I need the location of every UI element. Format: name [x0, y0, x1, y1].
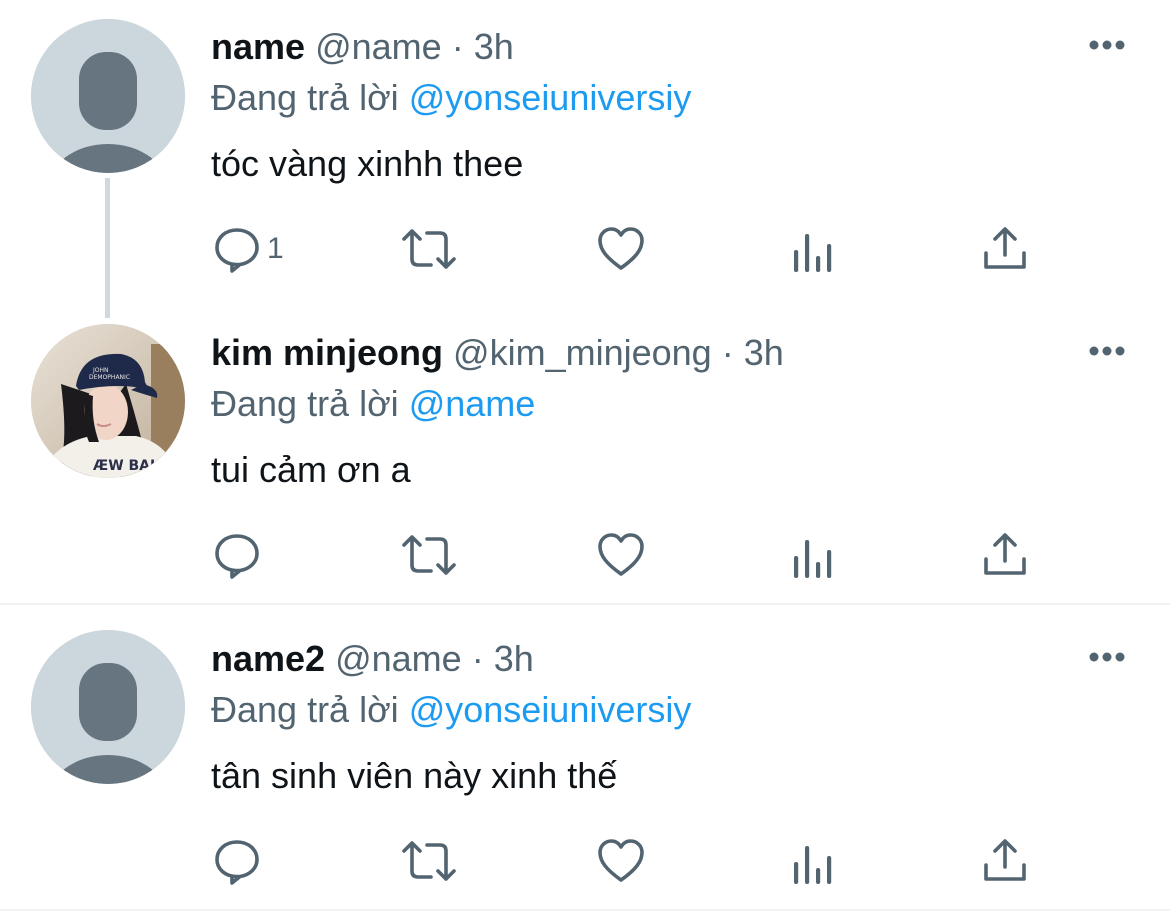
more-icon — [1089, 346, 1125, 356]
tweet-text: tân sinh viên này xinh thế — [211, 755, 618, 796]
analytics-button[interactable] — [793, 534, 833, 582]
retweet-icon — [402, 535, 456, 575]
tweet-header: name @name · 3h — [211, 25, 514, 69]
thread-line — [105, 178, 110, 318]
heart-icon — [598, 839, 644, 882]
reply-icon — [215, 840, 259, 885]
replying-to-label: Đang trả lời — [211, 689, 399, 730]
like-button[interactable] — [597, 225, 645, 273]
user-handle[interactable]: @name — [335, 638, 462, 679]
svg-text:DEMOPHANIC: DEMOPHANIC — [89, 374, 130, 381]
tweet[interactable]: name2 @name · 3h Đang trả lời @yonseiuni… — [0, 605, 1170, 910]
analytics-icon — [794, 846, 832, 884]
reply-icon — [215, 534, 259, 579]
reply-icon — [215, 228, 259, 273]
separator-dot: · — [471, 638, 484, 679]
analytics-button[interactable] — [793, 840, 833, 888]
replying-to: Đang trả lời @yonseiuniversiy — [211, 76, 691, 120]
display-name[interactable]: kim minjeong — [211, 332, 443, 373]
tweet-header: name2 @name · 3h — [211, 637, 534, 681]
share-button[interactable] — [983, 225, 1027, 273]
svg-text:JOHN: JOHN — [92, 367, 109, 374]
more-icon — [1089, 652, 1125, 662]
reply-count: 1 — [267, 232, 284, 265]
avatar[interactable] — [31, 630, 185, 784]
photo-avatar-icon: ÆW BALA JOHN DEMOPHANIC — [31, 324, 185, 478]
analytics-button[interactable] — [793, 228, 833, 276]
more-options-button[interactable] — [1088, 650, 1128, 664]
avatar[interactable]: ÆW BALA JOHN DEMOPHANIC — [31, 324, 185, 478]
mention-link[interactable]: @yonseiuniversiy — [409, 77, 692, 118]
default-avatar-icon — [31, 630, 185, 784]
more-options-button[interactable] — [1088, 344, 1128, 358]
retweet-button[interactable] — [401, 531, 457, 579]
user-handle[interactable]: @kim_minjeong — [453, 332, 712, 373]
tweet[interactable]: ÆW BALA JOHN DEMOPHANIC kim minjeong @ki… — [0, 300, 1170, 603]
timestamp[interactable]: 3h — [494, 638, 534, 679]
avatar[interactable] — [31, 19, 185, 173]
heart-icon — [598, 227, 644, 270]
retweet-icon — [402, 841, 456, 881]
like-button[interactable] — [597, 531, 645, 579]
share-button[interactable] — [983, 531, 1027, 579]
display-name[interactable]: name — [211, 26, 305, 67]
separator-dot: · — [721, 332, 734, 373]
analytics-icon — [794, 540, 832, 578]
analytics-icon — [794, 234, 832, 272]
like-button[interactable] — [597, 837, 645, 885]
user-handle[interactable]: @name — [315, 26, 442, 67]
more-options-button[interactable] — [1088, 38, 1128, 52]
tweet-text: tui cảm ơn a — [211, 449, 411, 490]
more-icon — [1089, 40, 1125, 50]
replying-to: Đang trả lời @yonseiuniversiy — [211, 688, 691, 732]
reply-button[interactable] — [213, 531, 261, 579]
reply-button[interactable] — [213, 837, 261, 885]
tweet-divider — [0, 909, 1170, 911]
tweet-text: tóc vàng xinhh thee — [211, 143, 524, 184]
mention-link[interactable]: @yonseiuniversiy — [409, 689, 692, 730]
tweet[interactable]: name @name · 3h Đang trả lời @yonseiuniv… — [0, 0, 1170, 318]
replying-to-label: Đang trả lời — [211, 77, 399, 118]
replying-to: Đang trả lời @name — [211, 382, 535, 426]
retweet-button[interactable] — [401, 837, 457, 885]
share-icon — [984, 227, 1026, 269]
separator-dot: · — [451, 26, 464, 67]
reply-button[interactable]: 1 — [213, 225, 284, 273]
default-avatar-icon — [31, 19, 185, 173]
share-button[interactable] — [983, 837, 1027, 885]
display-name[interactable]: name2 — [211, 638, 325, 679]
retweet-icon — [402, 229, 456, 269]
retweet-button[interactable] — [401, 225, 457, 273]
share-icon — [984, 533, 1026, 575]
replying-to-label: Đang trả lời — [211, 383, 399, 424]
svg-text:ÆW BALA: ÆW BALA — [93, 458, 170, 474]
heart-icon — [598, 533, 644, 576]
tweet-header: kim minjeong @kim_minjeong · 3h — [211, 331, 784, 375]
timestamp[interactable]: 3h — [744, 332, 784, 373]
share-icon — [984, 839, 1026, 881]
timestamp[interactable]: 3h — [474, 26, 514, 67]
mention-link[interactable]: @name — [409, 383, 536, 424]
